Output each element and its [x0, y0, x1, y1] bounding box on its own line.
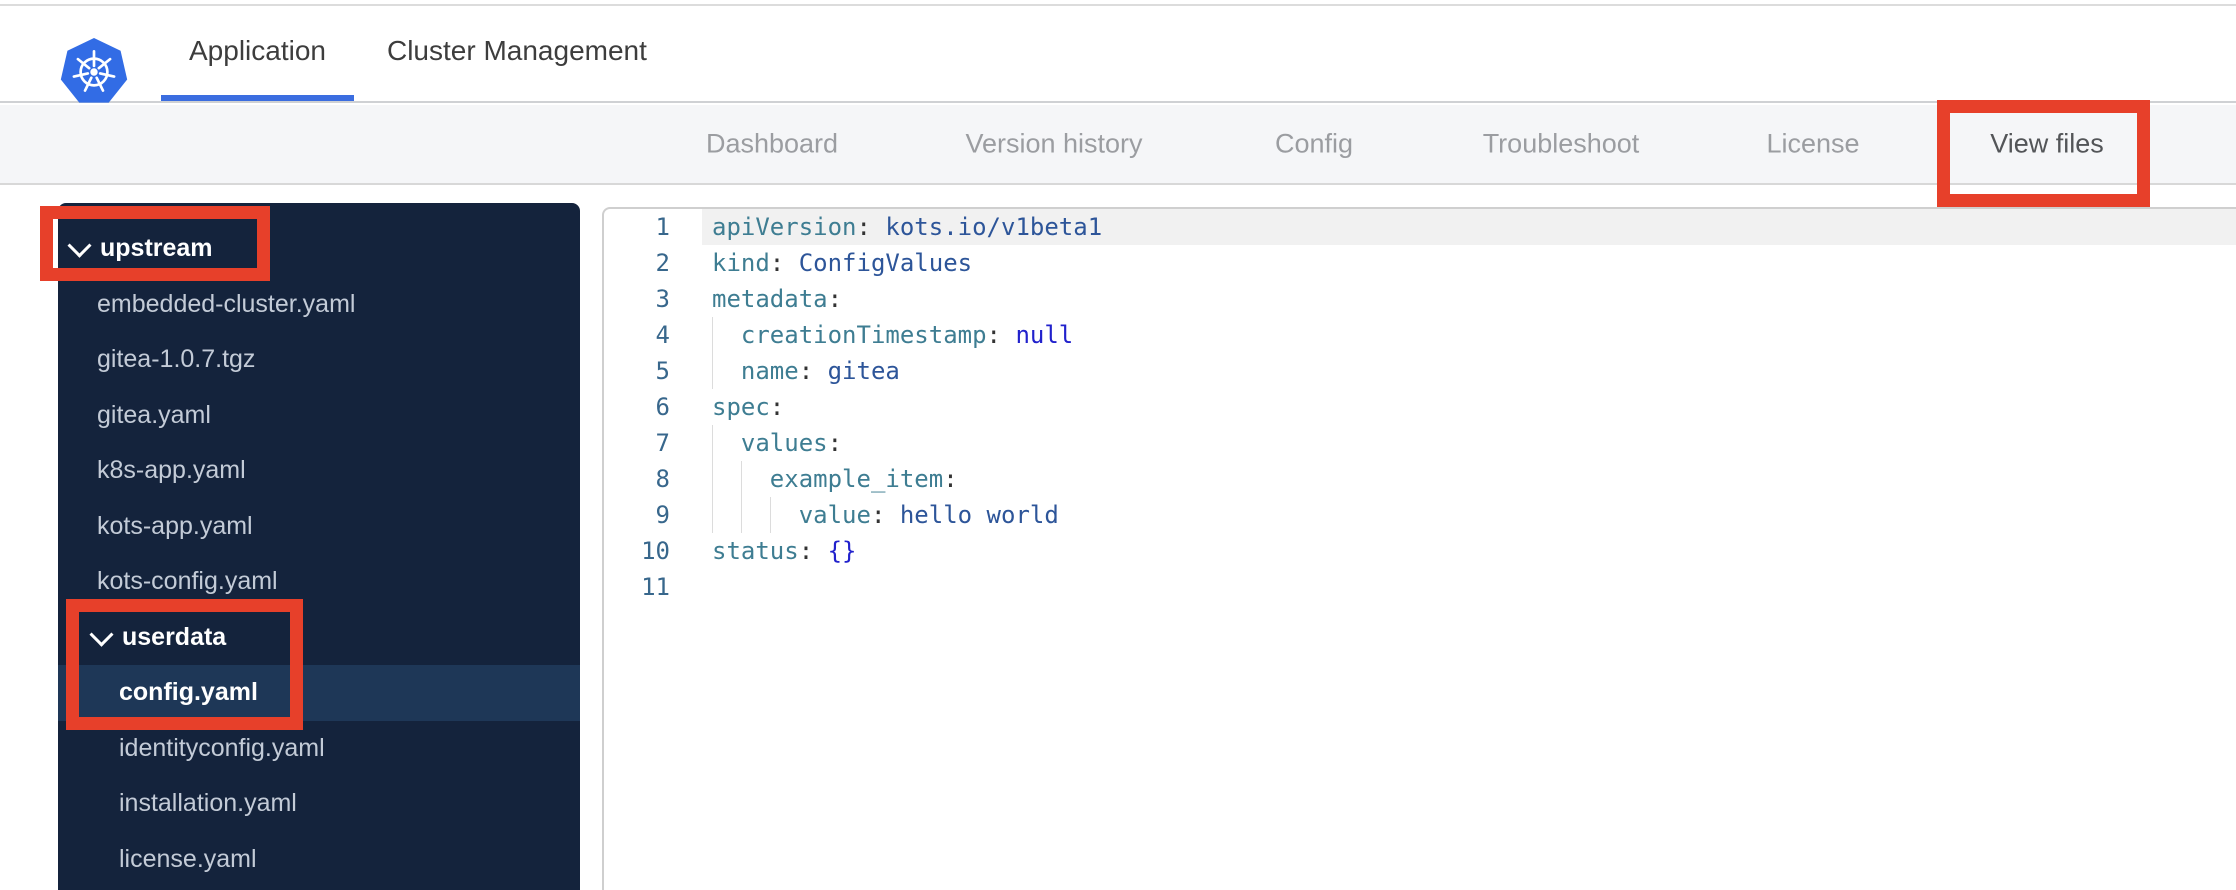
main-tab-cluster-management[interactable]: Cluster Management — [359, 6, 675, 101]
app-section-tabs: Dashboard Version history Config Troublesho… — [0, 105, 2236, 288]
indent-guide — [712, 425, 713, 461]
indent-guide — [712, 497, 713, 533]
tree-item-label: installation.yaml — [119, 789, 297, 818]
line-number: 8 — [655, 465, 670, 493]
indent-guide — [769, 497, 771, 533]
code-line-10: 10 status: {} — [604, 533, 2236, 569]
tree-folder-userdata[interactable]: userdata — [58, 610, 580, 666]
tab-dashboard[interactable]: Dashboard — [706, 129, 838, 160]
line-number: 6 — [655, 393, 670, 421]
tree-item-label: gitea-1.0.7.tgz — [97, 345, 256, 374]
line-number: 10 — [641, 537, 670, 565]
code-line-5: 5 name: gitea — [604, 353, 2236, 389]
code-content: apiVersion: kots.io/v1beta1 — [702, 209, 2236, 245]
code-content — [702, 569, 2236, 605]
chevron-down-icon[interactable] — [89, 622, 114, 647]
tree-file-k8s-app-yaml[interactable]: k8s-app.yaml — [58, 443, 580, 499]
tree-file-kots-config-yaml[interactable]: kots-config.yaml — [58, 554, 580, 610]
tab-version-history[interactable]: Version history — [965, 129, 1142, 160]
code-content: value: hello world — [702, 497, 2236, 533]
tab-license[interactable]: License — [1766, 129, 1859, 160]
indent-guide — [740, 497, 742, 533]
tree-file-license-yaml[interactable]: license.yaml — [58, 832, 580, 888]
code-content: example_item: — [702, 461, 2236, 497]
code-content: name: gitea — [702, 353, 2236, 389]
tree-file-identityconfig-yaml[interactable]: identityconfig.yaml — [58, 721, 580, 777]
tree-item-label: config.yaml — [119, 678, 258, 707]
code-content: kind: ConfigValues — [712, 249, 973, 277]
tree-item-label: k8s-app.yaml — [97, 456, 246, 485]
line-number: 3 — [655, 285, 670, 313]
line-number: 11 — [641, 573, 670, 601]
tree-item-label: upstream — [100, 234, 213, 263]
tree-file-kots-app-yaml[interactable]: kots-app.yaml — [58, 499, 580, 555]
kubernetes-logo-icon[interactable] — [60, 38, 128, 106]
line-number: 9 — [655, 501, 670, 529]
main-nav-tabs: Application Cluster Management — [161, 6, 675, 101]
indent-guide — [712, 353, 713, 389]
file-viewer-editor[interactable]: 1 apiVersion: kots.io/v1beta1 2 kind: Confi… — [602, 207, 2236, 890]
kots-admin-console: Application Cluster Management Dashboard V… — [0, 0, 2236, 890]
tree-file-config-yaml[interactable]: config.yaml — [58, 665, 580, 721]
tree-file-gitea-1-0-7-tgz[interactable]: gitea-1.0.7.tgz — [58, 332, 580, 388]
code-line-1: 1 apiVersion: kots.io/v1beta1 — [604, 209, 2236, 245]
tree-item-label: gitea.yaml — [97, 400, 211, 429]
code-line-11: 11 — [604, 569, 2236, 605]
tree-item-label: identityconfig.yaml — [119, 733, 325, 762]
code-content: metadata: — [712, 285, 843, 313]
code-content: creationTimestamp: null — [702, 317, 2236, 353]
tab-config[interactable]: Config — [1275, 129, 1353, 160]
code-content: status: {} — [712, 537, 857, 565]
tab-troubleshoot[interactable]: Troubleshoot — [1483, 129, 1640, 160]
tree-folder-upstream[interactable]: upstream — [58, 221, 580, 277]
code-line-3: 3 metadata: — [604, 281, 2236, 317]
tree-file-installation-yaml[interactable]: installation.yaml — [58, 776, 580, 832]
tree-item-label: userdata — [122, 622, 227, 651]
line-number: 4 — [655, 321, 670, 349]
tree-item-label: embedded-cluster.yaml — [97, 289, 356, 318]
line-number: 1 — [655, 213, 670, 241]
code-content: values: — [702, 425, 2236, 461]
chevron-down-icon[interactable] — [67, 233, 92, 258]
code-line-2: 2 kind: ConfigValues — [604, 245, 2236, 281]
code-line-6: 6 spec: — [604, 389, 2236, 425]
code-content: spec: — [712, 393, 785, 421]
code-line-9: 9 value: hello world — [604, 497, 2236, 533]
tree-item-label: kots-config.yaml — [97, 567, 278, 596]
tree-file-gitea-yaml[interactable]: gitea.yaml — [58, 388, 580, 444]
tab-view-files[interactable]: View files — [1990, 129, 2104, 160]
indent-guide — [712, 317, 713, 353]
top-nav: Application Cluster Management — [0, 6, 2236, 103]
indent-guide — [712, 461, 713, 497]
code-line-8: 8 example_item: — [604, 461, 2236, 497]
file-tree-sidebar: upstream embedded-cluster.yaml gitea-1.0.7… — [58, 203, 580, 890]
tree-item-label: license.yaml — [119, 844, 257, 873]
tree-file-embedded-cluster-yaml[interactable]: embedded-cluster.yaml — [58, 277, 580, 333]
line-number: 7 — [655, 429, 670, 457]
main-tab-application[interactable]: Application — [161, 6, 354, 101]
code-line-7: 7 values: — [604, 425, 2236, 461]
tree-item-label: kots-app.yaml — [97, 511, 253, 540]
code-line-4: 4 creationTimestamp: null — [604, 317, 2236, 353]
line-number: 2 — [655, 249, 670, 277]
indent-guide — [740, 461, 742, 497]
line-number: 5 — [655, 357, 670, 385]
